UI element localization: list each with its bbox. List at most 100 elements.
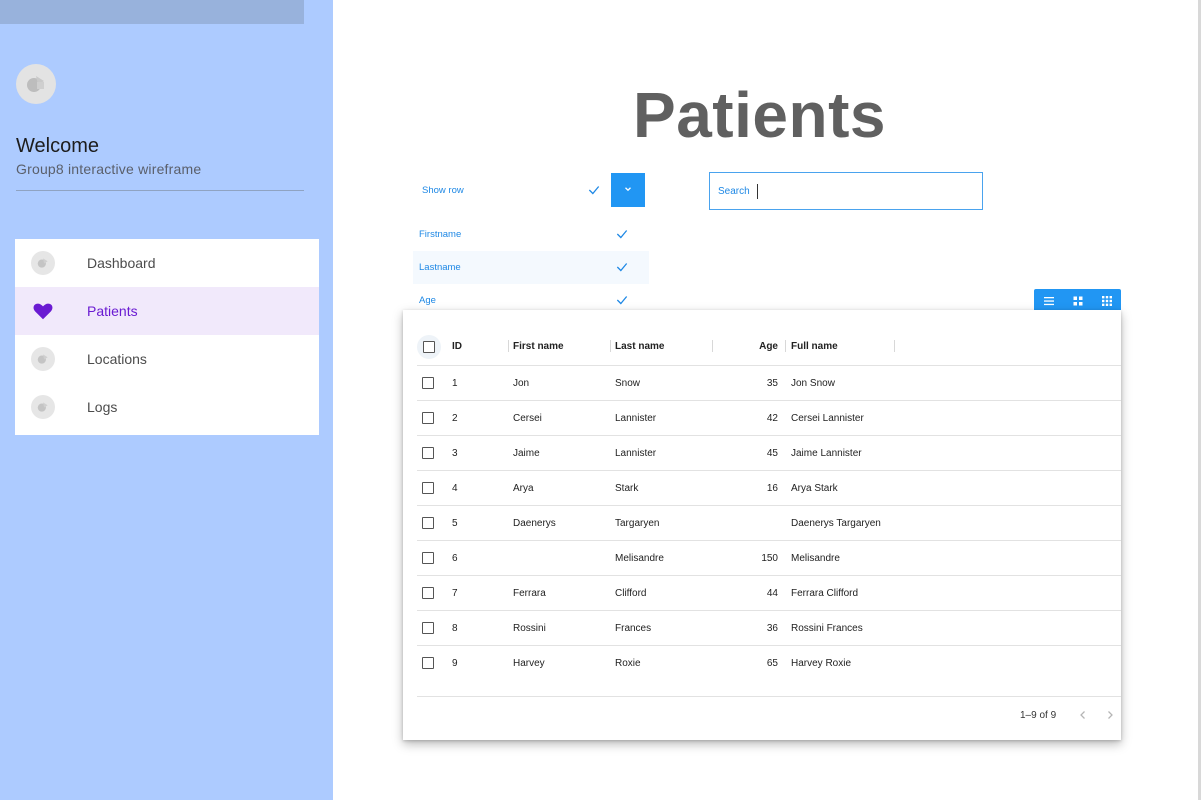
column-header-full-name[interactable]: Full name: [791, 341, 838, 352]
row-checkbox[interactable]: [422, 482, 434, 494]
cell-first-name: Daenerys: [513, 518, 556, 529]
cell-last-name: Frances: [615, 623, 652, 634]
chevron-left-icon[interactable]: [1077, 708, 1089, 726]
cell-id: 5: [452, 518, 458, 529]
sidebar-item-logs[interactable]: Logs: [15, 383, 319, 431]
text-caret: [757, 184, 758, 199]
cell-full-name: Jaime Lannister: [791, 448, 862, 459]
option-label: Firstname: [419, 229, 462, 240]
cell-id: 7: [452, 588, 458, 599]
sidebar: Welcome Group8 interactive wireframe Das…: [0, 0, 333, 800]
column-separator[interactable]: [712, 340, 713, 352]
cell-age: 16: [766, 483, 778, 494]
column-header-last-name[interactable]: Last name: [615, 341, 664, 352]
column-header-age[interactable]: Age: [717, 341, 778, 352]
cell-full-name: Cersei Lannister: [791, 413, 864, 424]
cell-id: 8: [452, 623, 458, 634]
sidebar-item-locations[interactable]: Locations: [15, 335, 319, 383]
cell-full-name: Jon Snow: [791, 378, 835, 389]
check-icon: [615, 260, 629, 279]
table-row[interactable]: 6 Melisandre 150 Melisandre: [417, 541, 1121, 576]
cell-first-name: Ferrara: [513, 588, 546, 599]
column-separator[interactable]: [508, 340, 509, 352]
cell-last-name: Melisandre: [615, 553, 664, 564]
table-row[interactable]: 9 Harvey Roxie 65 Harvey Roxie: [417, 646, 1121, 697]
cell-id: 9: [452, 658, 458, 669]
patients-table: ID First name Last name Age Full name 1 …: [403, 310, 1121, 740]
heart-icon: [31, 299, 55, 323]
sidebar-top-bar: [0, 0, 304, 24]
table-row[interactable]: 4 Arya Stark 16 Arya Stark: [417, 471, 1121, 506]
cell-id: 4: [452, 483, 458, 494]
row-checkbox[interactable]: [422, 657, 434, 669]
table-header: ID First name Last name Age Full name: [417, 330, 1121, 366]
sidebar-item-patients[interactable]: Patients: [15, 287, 319, 335]
show-row-options: Firstname Lastname Age: [413, 218, 649, 317]
cell-age: 150: [761, 553, 778, 564]
welcome-subtitle: Group8 interactive wireframe: [16, 161, 202, 177]
cell-last-name: Lannister: [615, 448, 657, 459]
table-row[interactable]: 5 Daenerys Targaryen Daenerys Targaryen: [417, 506, 1121, 541]
cell-first-name: Arya: [513, 483, 534, 494]
option-label: Lastname: [419, 262, 461, 273]
column-header-first-name[interactable]: First name: [513, 341, 564, 352]
option-lastname[interactable]: Lastname: [413, 251, 649, 284]
sidebar-item-label: Patients: [87, 303, 138, 319]
page-title: Patients: [633, 79, 886, 151]
cell-last-name: Clifford: [615, 588, 647, 599]
row-checkbox[interactable]: [422, 447, 434, 459]
sidebar-item-dashboard[interactable]: Dashboard: [15, 239, 319, 287]
cell-last-name: Snow: [615, 378, 641, 389]
cell-full-name: Melisandre: [791, 553, 840, 564]
table-row[interactable]: 2 Cersei Lannister 42 Cersei Lannister: [417, 401, 1121, 436]
cell-first-name: Jaime: [513, 448, 540, 459]
option-label: Age: [419, 295, 436, 306]
search-input[interactable]: Search: [709, 172, 983, 210]
row-checkbox[interactable]: [422, 377, 434, 389]
select-all-checkbox[interactable]: [423, 341, 435, 353]
column-header-id[interactable]: ID: [452, 341, 462, 352]
sidebar-nav: Dashboard Patients Locations Logs: [15, 239, 319, 435]
show-row-select[interactable]: Show row: [413, 173, 645, 207]
column-separator[interactable]: [610, 340, 611, 352]
cell-id: 2: [452, 413, 458, 424]
option-firstname[interactable]: Firstname: [413, 218, 649, 251]
cell-full-name: Rossini Frances: [791, 623, 863, 634]
table-row[interactable]: 3 Jaime Lannister 45 Jaime Lannister: [417, 436, 1121, 471]
cell-first-name: Cersei: [513, 413, 542, 424]
sidebar-item-label: Dashboard: [87, 255, 156, 271]
cell-last-name: Lannister: [615, 413, 657, 424]
select-all-wrapper: [417, 335, 441, 359]
cell-full-name: Ferrara Clifford: [791, 588, 859, 599]
cell-age: 65: [766, 658, 778, 669]
sidebar-item-label: Locations: [87, 351, 147, 367]
generic-icon: [31, 251, 55, 275]
sidebar-item-label: Logs: [87, 399, 118, 415]
search-label: Search: [718, 186, 750, 197]
table-row[interactable]: 7 Ferrara Clifford 44 Ferrara Clifford: [417, 576, 1121, 611]
row-checkbox[interactable]: [422, 517, 434, 529]
chevron-down-icon: [623, 181, 633, 199]
generic-icon: [31, 395, 55, 419]
check-icon: [587, 183, 601, 202]
cell-last-name: Roxie: [615, 658, 641, 669]
row-checkbox[interactable]: [422, 552, 434, 564]
divider: [16, 190, 304, 191]
cell-last-name: Targaryen: [615, 518, 660, 529]
row-checkbox[interactable]: [422, 587, 434, 599]
column-separator[interactable]: [894, 340, 895, 352]
table-row[interactable]: 8 Rossini Frances 36 Rossini Frances: [417, 611, 1121, 646]
show-row-dropdown-button[interactable]: [611, 173, 645, 207]
cell-last-name: Stark: [615, 483, 639, 494]
cell-age: 42: [766, 413, 778, 424]
cell-age: 35: [766, 378, 778, 389]
row-checkbox[interactable]: [422, 622, 434, 634]
column-separator[interactable]: [785, 340, 786, 352]
cell-id: 1: [452, 378, 458, 389]
table-row[interactable]: 1 Jon Snow 35 Jon Snow: [417, 366, 1121, 401]
chevron-right-icon[interactable]: [1104, 708, 1116, 726]
cell-first-name: Harvey: [513, 658, 545, 669]
cell-first-name: Jon: [513, 378, 530, 389]
cell-id: 6: [452, 553, 458, 564]
row-checkbox[interactable]: [422, 412, 434, 424]
